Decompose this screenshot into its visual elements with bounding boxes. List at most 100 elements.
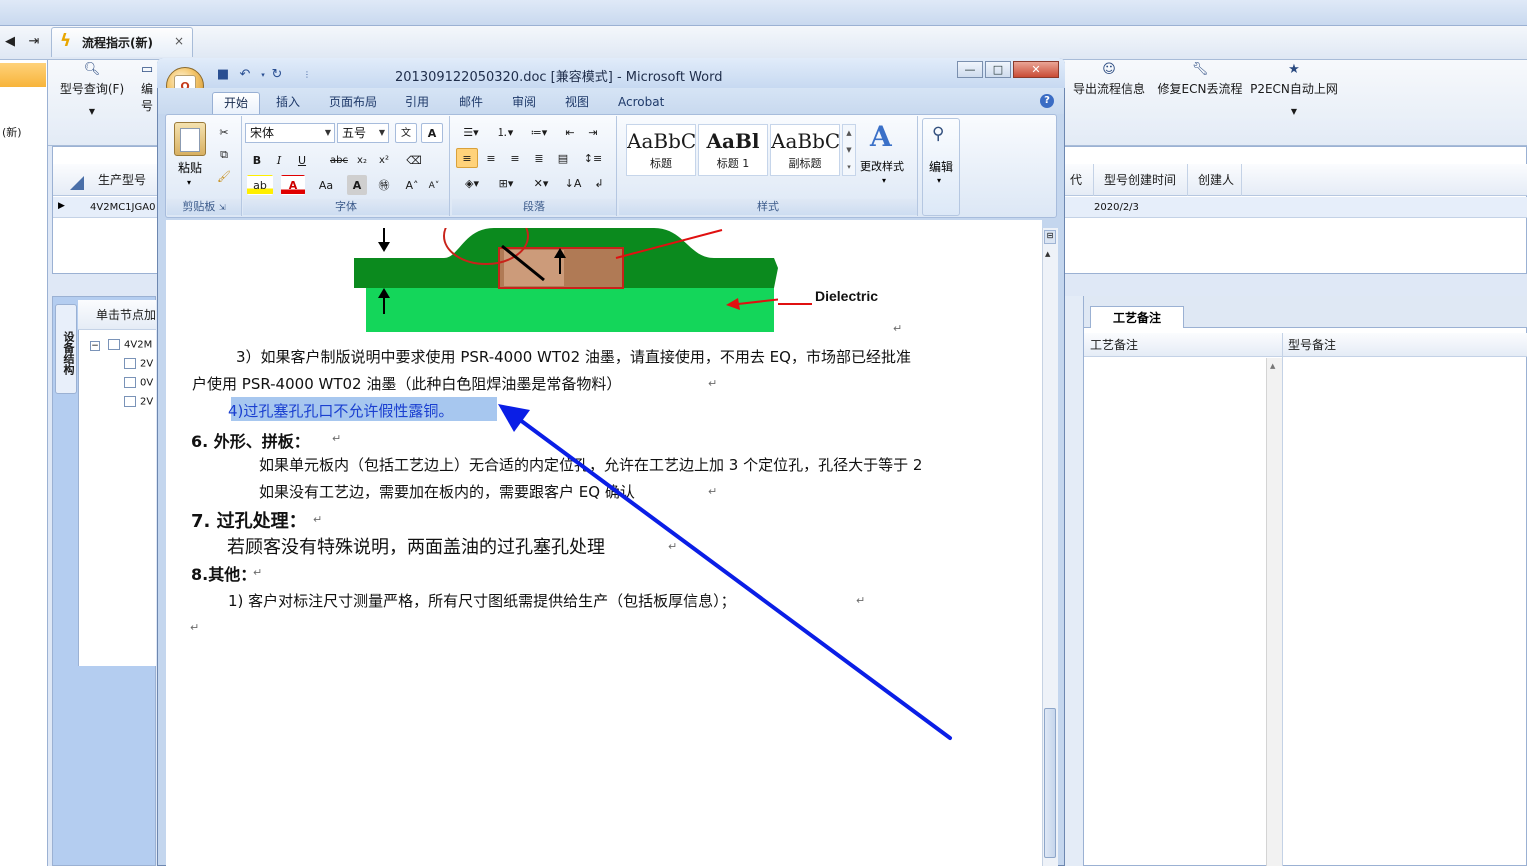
undo-icon[interactable]: ↶ [236, 66, 254, 84]
format-painter-icon[interactable]: 🖌︎ [214, 166, 234, 186]
tree-node[interactable]: 0V [124, 377, 153, 389]
superscript-icon[interactable]: x² [374, 150, 394, 170]
italic-icon[interactable]: I [269, 150, 289, 170]
col-process-notes[interactable]: 工艺备注 [1086, 333, 1138, 357]
customize-qat-icon[interactable]: ⋮ [298, 66, 316, 84]
grow-font-icon[interactable]: A˄ [402, 175, 422, 195]
dialog-launcher-icon[interactable]: ⇲ [219, 203, 226, 212]
align-right-icon[interactable]: ≡ [504, 148, 526, 168]
multilevel-list-icon[interactable]: ≔▾ [524, 122, 554, 142]
shading-icon[interactable]: ◈▾ [456, 173, 488, 193]
close-button[interactable]: ✕ [1013, 61, 1059, 78]
tab-view[interactable]: 视图 [565, 92, 589, 114]
subscript-icon[interactable]: x₂ [352, 150, 372, 170]
nav-login-icon[interactable]: ⇥ [26, 34, 42, 50]
style-heading1[interactable]: AaBl 标题 1 [698, 124, 768, 176]
doc-line-4-selected[interactable]: 4)过孔塞孔孔口不允许假性露铜。 [228, 400, 453, 421]
strikethrough-icon[interactable]: abc [328, 150, 350, 170]
scroll-up-icon[interactable]: ▲ [1270, 362, 1275, 370]
notes-scrollbar[interactable] [1266, 358, 1282, 866]
chevron-down-icon[interactable]: ▾ [882, 176, 886, 185]
nav-back-icon[interactable]: ◀ [2, 34, 18, 50]
tab-home[interactable]: 开始 [212, 92, 260, 114]
bullets-icon[interactable]: ☰▾ [456, 122, 486, 142]
clear-format-icon[interactable]: ⌫ [402, 150, 426, 170]
justify-icon[interactable]: ≣ [528, 148, 550, 168]
tab-process-notes[interactable]: 工艺备注 [1090, 306, 1184, 328]
borders-icon[interactable]: ⊞▾ [490, 173, 522, 193]
tab-references[interactable]: 引用 [405, 92, 429, 114]
checkbox[interactable] [124, 377, 136, 388]
tree-node[interactable]: 4V2M [108, 339, 152, 351]
col-model[interactable]: 生产型号 [92, 164, 158, 196]
font-size-combo[interactable]: 五号 ▼ [337, 123, 389, 143]
tree-collapse-icon[interactable]: − [90, 341, 100, 351]
increase-indent-icon[interactable]: ⇥ [583, 122, 603, 142]
number-button[interactable]: ▭ 编号 [136, 60, 158, 120]
doc-line-3[interactable]: 3）如果客户制版说明中要求使用 PSR-4000 WT02 油墨，请直接使用，不… [236, 346, 911, 367]
font-color-icon[interactable]: A [281, 175, 305, 195]
change-case-icon[interactable]: Aa [313, 175, 339, 195]
model-search-button[interactable]: 🔍︎ 型号查询(F) ▼ [56, 60, 128, 120]
chinese-layout-icon[interactable]: ✕▾ [526, 173, 556, 193]
scrollbar-thumb[interactable] [1044, 708, 1056, 858]
tab-equipment-structure[interactable]: 设备结构 [55, 304, 77, 394]
sort-icon[interactable]: ↓A [562, 173, 584, 193]
decrease-indent-icon[interactable]: ⇤ [560, 122, 580, 142]
cut-icon[interactable]: ✂ [214, 122, 234, 142]
checkbox[interactable] [124, 396, 136, 407]
heading-8[interactable]: 8.其他： [191, 561, 256, 585]
maximize-button[interactable]: □ [985, 61, 1011, 78]
left-highlight[interactable] [0, 63, 46, 87]
save-icon[interactable]: ■ [214, 66, 232, 84]
change-styles-button[interactable]: 更改样式 [860, 158, 904, 174]
shrink-font-icon[interactable]: A˅ [424, 175, 444, 195]
style-title[interactable]: AaBbC 标题 [626, 124, 696, 176]
char-border-icon[interactable]: A [421, 123, 443, 143]
tab-close-icon[interactable]: × [174, 34, 184, 48]
show-marks-icon[interactable]: ↲ [588, 173, 610, 193]
tab-review[interactable]: 审阅 [512, 92, 536, 114]
redo-icon[interactable]: ↻ [268, 66, 286, 84]
font-name-combo[interactable]: 宋体 ▼ [245, 123, 335, 143]
tab-page-layout[interactable]: 页面布局 [329, 92, 377, 114]
char-shading-icon[interactable]: A [347, 175, 367, 195]
heading-7[interactable]: 7. 过孔处理： [191, 507, 307, 533]
col-code[interactable]: 代码 [1064, 164, 1094, 219]
tab-insert[interactable]: 插入 [276, 92, 300, 114]
highlight-icon[interactable]: ab [247, 175, 273, 195]
enclose-char-icon[interactable]: ㊕ [373, 175, 395, 195]
styles-scroll[interactable]: ▲ ▼ ▾ [842, 124, 856, 176]
export-flow-button[interactable]: ☺ 导出流程信息 [1068, 60, 1150, 120]
paste-dropdown-icon[interactable]: ▾ [187, 178, 191, 187]
align-center-icon[interactable]: ≡ [480, 148, 502, 168]
checkbox[interactable] [124, 358, 136, 369]
tree-node[interactable]: 2V [124, 396, 153, 408]
doc-line-3-cont[interactable]: 户使用 PSR-4000 WT02 油墨（此种白色阻焊油墨是常备物料） [192, 373, 621, 394]
scroll-up-icon[interactable]: ▲ [1045, 250, 1050, 258]
line-spacing-icon[interactable]: ↕≡ [578, 148, 608, 168]
ruler-toggle-icon[interactable]: ⊟ [1044, 230, 1056, 244]
style-subtitle[interactable]: AaBbC 副标题 [770, 124, 840, 176]
tab-acrobat[interactable]: Acrobat [618, 92, 664, 114]
underline-icon[interactable]: U [292, 150, 312, 170]
p2ecn-auto-button[interactable]: ★ P2ECN自动上网 ▼ [1250, 60, 1338, 120]
wen-ruby-icon[interactable]: 文 [395, 123, 417, 143]
tab-mailings[interactable]: 邮件 [459, 92, 483, 114]
checkbox[interactable] [108, 339, 120, 350]
heading-6[interactable]: 6. 外形、拼板： [191, 428, 310, 452]
tab-process-instruction[interactable]: ϟ 流程指示(新) × [51, 27, 193, 57]
repair-ecn-button[interactable]: 🔧︎ 修复ECN丢流程 [1156, 60, 1244, 120]
numbering-icon[interactable]: ⒈▾ [490, 122, 520, 142]
help-icon[interactable]: ? [1040, 94, 1054, 108]
col-created-time[interactable]: 型号创建时间 [1098, 164, 1188, 196]
minimize-button[interactable]: — [957, 61, 983, 78]
col-model-notes[interactable]: 型号备注 [1284, 333, 1336, 357]
tree-node[interactable]: 2V [124, 358, 153, 370]
copy-icon[interactable]: ⧉ [214, 144, 234, 164]
paste-label[interactable]: 粘贴 [178, 159, 202, 176]
align-left-icon[interactable]: ≡ [456, 148, 478, 168]
bold-icon[interactable]: B [247, 150, 267, 170]
panel-splitter[interactable] [1064, 296, 1084, 866]
distributed-icon[interactable]: ▤ [552, 148, 574, 168]
